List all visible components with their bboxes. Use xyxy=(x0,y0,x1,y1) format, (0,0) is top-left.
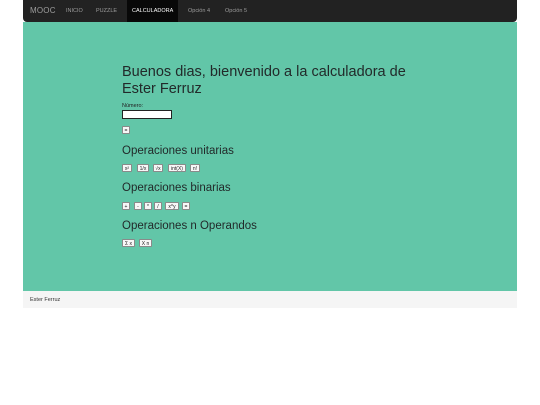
multiply-button[interactable]: * xyxy=(144,202,152,210)
power-button[interactable]: x^y xyxy=(165,202,179,210)
equals-button[interactable]: = xyxy=(122,126,130,134)
sum-button[interactable]: Σ x xyxy=(122,239,135,247)
subtract-button[interactable]: - xyxy=(134,202,142,210)
square-button[interactable]: x² xyxy=(122,164,132,172)
top-navbar: MOOC INICIO PUZZLE CALCULADORA Opción 4 … xyxy=(23,0,517,22)
binary-section-title: Operaciones binarias xyxy=(122,182,231,194)
brand-logo[interactable]: MOOC xyxy=(30,6,56,15)
divide-button[interactable]: / xyxy=(154,202,162,210)
factorial-button[interactable]: n! xyxy=(190,164,200,172)
nav-item-opcion-4[interactable]: Opción 4 xyxy=(183,0,215,22)
nav-item-puzzle[interactable]: PUZZLE xyxy=(91,0,122,22)
binary-equals-button[interactable]: = xyxy=(182,202,190,210)
page-title: Buenos dias, bienvenido a la calculadora… xyxy=(122,64,406,97)
sqrt-button[interactable]: √x xyxy=(153,164,163,172)
nav-item-opcion-5[interactable]: Opción 5 xyxy=(220,0,252,22)
product-button[interactable]: X n xyxy=(139,239,152,247)
number-input[interactable] xyxy=(122,110,172,119)
int-button[interactable]: int(X) xyxy=(168,164,186,172)
inverse-button[interactable]: 1/x xyxy=(137,164,149,172)
nary-section-title: Operaciones n Operandos xyxy=(122,220,257,232)
unary-section-title: Operaciones unitarias xyxy=(122,145,234,157)
add-button[interactable]: + xyxy=(122,202,130,210)
number-label: Número: xyxy=(122,103,144,109)
nav-item-calculadora[interactable]: CALCULADORA xyxy=(127,0,179,22)
nav-item-inicio[interactable]: INICIO xyxy=(61,0,88,22)
footer-author: Ester Ferruz xyxy=(30,297,61,303)
footer: Ester Ferruz xyxy=(23,291,517,308)
calculator-panel: Buenos dias, bienvenido a la calculadora… xyxy=(23,22,517,291)
